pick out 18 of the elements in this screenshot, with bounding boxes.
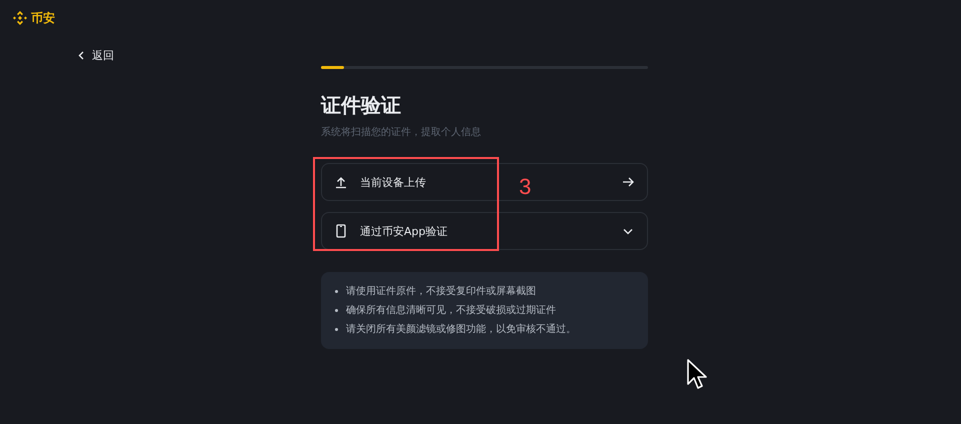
bullet-icon: [335, 290, 338, 293]
annotation-number: 3: [519, 174, 532, 200]
logo-icon: [12, 10, 28, 26]
notice-text: 请关闭所有美颜滤镜或修图功能，以免审核不通过。: [346, 322, 576, 337]
chevron-left-icon: [78, 51, 84, 60]
cursor-icon: [686, 358, 708, 391]
brand-name: 币安: [31, 10, 55, 26]
upload-icon: [334, 175, 348, 189]
phone-icon: [334, 224, 348, 238]
page-title: 证件验证: [321, 92, 402, 119]
arrow-right-icon: [621, 175, 635, 189]
page-subtitle: 系统将扫描您的证件，提取个人信息: [321, 126, 482, 139]
bullet-icon: [335, 328, 338, 331]
back-link[interactable]: 返回: [78, 48, 114, 63]
option-button[interactable]: 通过币安App验证: [321, 212, 648, 250]
notice-text: 请使用证件原件，不接受复印件或屏幕截图: [346, 284, 536, 299]
bullet-icon: [335, 309, 338, 312]
notice-text: 确保所有信息清晰可见，不接受破损或过期证件: [346, 304, 556, 318]
